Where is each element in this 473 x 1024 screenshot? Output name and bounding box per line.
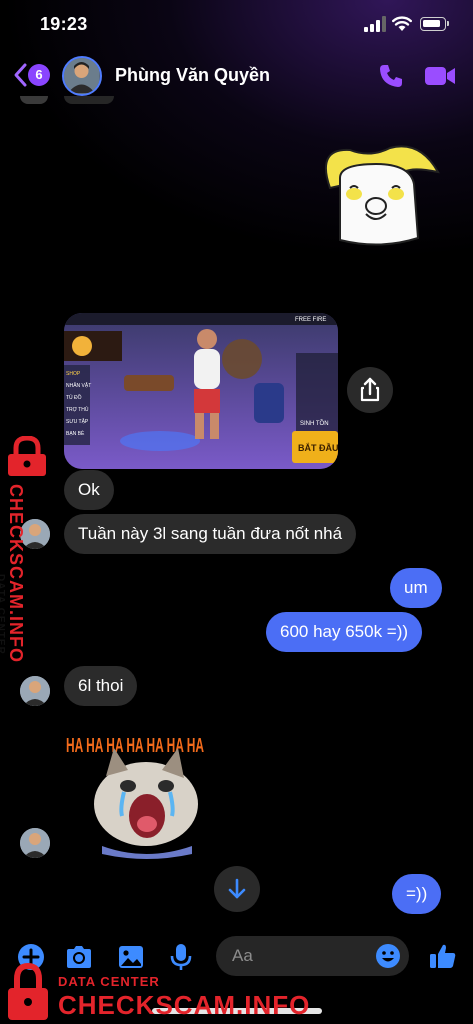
game-menu-item: SHOP — [66, 371, 81, 377]
game-menu-item: SƯU TẬP — [66, 418, 89, 425]
previous-message-avatar — [20, 96, 48, 104]
avatar-photo — [64, 58, 99, 93]
sticker-laugh-text: HA HA HA HA HA HA HA — [66, 735, 204, 757]
watermark-subtext: DATA CENTER — [58, 974, 160, 989]
image-icon[interactable] — [116, 942, 146, 972]
emoji-icon[interactable] — [374, 942, 402, 970]
game-side-label: SINH TỒN — [300, 420, 329, 427]
camera-icon[interactable] — [64, 942, 94, 972]
phone-icon[interactable] — [378, 63, 404, 89]
contact-name[interactable]: Phùng Văn Quyền — [115, 65, 270, 86]
share-icon — [360, 377, 380, 402]
game-screenshot-photo[interactable]: FREE FIRE SHOP NHÂN VẬT TỦ ĐỒ TRỢ THỦ SƯ… — [64, 313, 338, 469]
game-corner-title: FREE FIRE — [295, 317, 326, 323]
watermark-text: CHECKSCAM.INFO — [58, 990, 311, 1020]
cellular-signal-icon — [364, 16, 386, 32]
back-chevron-icon[interactable] — [12, 62, 28, 88]
game-menu-item: TỦ ĐỒ — [66, 394, 82, 401]
arrow-down-icon — [228, 878, 246, 899]
game-play-button: BẮT ĐẦU — [298, 443, 338, 453]
status-bar: 19:23 — [0, 0, 473, 50]
microphone-icon[interactable] — [166, 942, 196, 972]
chat-header: 6 Phùng Văn Quyền — [0, 50, 473, 100]
previous-message-bubble — [64, 96, 114, 104]
video-camera-icon[interactable] — [424, 65, 456, 87]
incoming-message-bubble[interactable]: 6l thoi — [64, 666, 138, 706]
status-time: 19:23 — [40, 14, 88, 34]
thumbs-up-icon[interactable] — [428, 941, 458, 971]
watermark-lock-icon — [8, 962, 48, 1020]
incoming-message-bubble[interactable]: Ok — [64, 470, 114, 510]
unread-count-badge[interactable]: 6 — [28, 64, 50, 86]
battery-icon — [420, 17, 449, 31]
watermark-text: CHECKSCAM.INFO — [6, 484, 26, 663]
ghost-sticker[interactable] — [310, 128, 444, 248]
sender-avatar[interactable] — [20, 676, 50, 706]
watermark-lock-icon — [8, 436, 46, 476]
avatar-photo — [20, 828, 50, 858]
game-scene: FREE FIRE SHOP NHÂN VẬT TỦ ĐỒ TRỢ THỦ SƯ… — [64, 313, 338, 469]
contact-avatar[interactable] — [62, 56, 102, 96]
share-button[interactable] — [347, 367, 393, 413]
sender-avatar[interactable] — [20, 828, 50, 858]
game-menu-item: BẠN BÈ — [66, 430, 85, 437]
wifi-icon — [392, 16, 412, 31]
scroll-to-bottom-button[interactable] — [214, 866, 260, 912]
laughing-cat-sticker[interactable]: HA HA HA HA HA HA HA — [62, 712, 212, 860]
game-menu-item: NHÂN VẬT — [66, 382, 91, 389]
incoming-message-bubble[interactable]: Tuần này 3l sang tuần đưa nốt nhá — [64, 514, 357, 554]
outgoing-message-bubble[interactable]: 600 hay 650k =)) — [266, 612, 423, 652]
outgoing-message-bubble[interactable]: um — [390, 568, 442, 608]
watermark-subtext: DATA CENTER — [0, 574, 6, 655]
game-menu-item: TRỢ THỦ — [66, 406, 89, 413]
avatar-photo — [20, 676, 50, 706]
outgoing-message-bubble[interactable]: =)) — [392, 874, 442, 914]
